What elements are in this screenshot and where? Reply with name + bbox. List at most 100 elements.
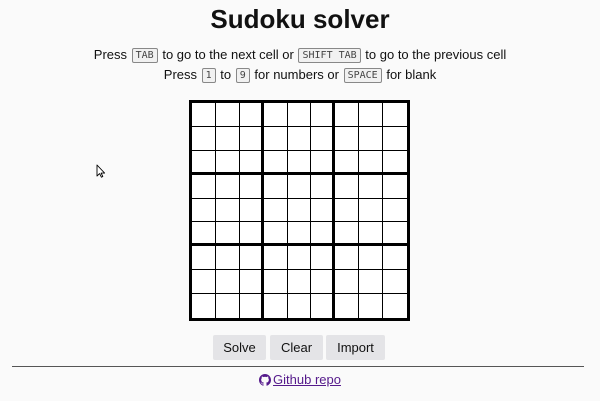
sudoku-cell-r9-c5[interactable] — [287, 294, 312, 318]
sudoku-cell-r6-c2[interactable] — [215, 222, 240, 247]
sudoku-cell-r8-c4[interactable] — [263, 270, 288, 295]
sudoku-cell-r5-c1[interactable] — [192, 198, 216, 223]
sudoku-cell-r9-c8[interactable] — [359, 294, 384, 318]
sudoku-cell-r5-c8[interactable] — [359, 198, 384, 223]
sudoku-cell-r7-c7[interactable] — [335, 246, 360, 271]
sudoku-cell-r4-c6[interactable] — [311, 174, 336, 199]
sudoku-cell-r1-c2[interactable] — [215, 103, 240, 127]
sudoku-cell-r3-c8[interactable] — [359, 150, 384, 175]
sudoku-cell-r4-c3[interactable] — [239, 174, 264, 199]
sudoku-cell-r6-c3[interactable] — [239, 222, 264, 247]
sudoku-cell-r6-c1[interactable] — [192, 222, 216, 247]
sudoku-cell-r1-c5[interactable] — [287, 103, 312, 127]
sudoku-cell-r5-c5[interactable] — [287, 198, 312, 223]
sudoku-cell-r9-c9[interactable] — [383, 294, 407, 318]
sudoku-cell-r3-c6[interactable] — [311, 150, 336, 175]
sudoku-cell-r8-c7[interactable] — [335, 270, 360, 295]
instructions-line-2: Press 1 to 9 for numbers or SPACE for bl… — [0, 67, 600, 83]
sudoku-cell-r7-c8[interactable] — [359, 246, 384, 271]
sudoku-cell-r4-c4[interactable] — [263, 174, 288, 199]
sudoku-cell-r1-c6[interactable] — [311, 103, 336, 127]
sudoku-cell-r9-c7[interactable] — [335, 294, 360, 318]
sudoku-cell-r2-c6[interactable] — [311, 126, 336, 151]
sudoku-cell-r1-c9[interactable] — [383, 103, 407, 127]
sudoku-cell-r6-c8[interactable] — [359, 222, 384, 247]
sudoku-cell-r1-c8[interactable] — [359, 103, 384, 127]
github-icon — [259, 374, 272, 386]
sudoku-cell-r9-c4[interactable] — [263, 294, 288, 318]
sudoku-cell-r1-c1[interactable] — [192, 103, 216, 127]
solve-button[interactable]: Solve — [213, 335, 266, 360]
import-button[interactable]: Import — [326, 335, 385, 360]
sudoku-cell-r4-c7[interactable] — [335, 174, 360, 199]
sudoku-cell-r4-c9[interactable] — [383, 174, 407, 199]
sudoku-cell-r2-c9[interactable] — [383, 126, 407, 151]
sudoku-cell-r7-c4[interactable] — [263, 246, 288, 271]
sudoku-grid — [189, 100, 410, 321]
sudoku-cell-r2-c4[interactable] — [263, 126, 288, 151]
instr-text: to go to the next cell or — [162, 47, 294, 62]
sudoku-cell-r4-c5[interactable] — [287, 174, 312, 199]
sudoku-cell-r7-c1[interactable] — [192, 246, 216, 271]
instr-text: for blank — [386, 67, 437, 82]
sudoku-cell-r9-c1[interactable] — [192, 294, 216, 318]
sudoku-cell-r6-c6[interactable] — [311, 222, 336, 247]
sudoku-cell-r5-c3[interactable] — [239, 198, 264, 223]
sudoku-cell-r7-c9[interactable] — [383, 246, 407, 271]
sudoku-cell-r7-c6[interactable] — [311, 246, 336, 271]
sudoku-cell-r3-c2[interactable] — [215, 150, 240, 175]
sudoku-cell-r2-c1[interactable] — [192, 126, 216, 151]
sudoku-cell-r5-c6[interactable] — [311, 198, 336, 223]
sudoku-cell-r5-c2[interactable] — [215, 198, 240, 223]
sudoku-cell-r2-c5[interactable] — [287, 126, 312, 151]
footer-divider — [12, 366, 584, 367]
sudoku-cell-r3-c4[interactable] — [263, 150, 288, 175]
sudoku-cell-r6-c4[interactable] — [263, 222, 288, 247]
sudoku-cell-r1-c4[interactable] — [263, 103, 288, 127]
clear-button[interactable]: Clear — [270, 335, 323, 360]
sudoku-cell-r8-c6[interactable] — [311, 270, 336, 295]
sudoku-cell-r7-c2[interactable] — [215, 246, 240, 271]
key-1: 1 — [201, 68, 216, 83]
key-space: SPACE — [343, 68, 382, 83]
sudoku-cell-r5-c9[interactable] — [383, 198, 407, 223]
sudoku-cell-r5-c4[interactable] — [263, 198, 288, 223]
github-repo-label: Github repo — [273, 372, 341, 387]
instr-text: Press — [93, 47, 128, 62]
sudoku-cell-r8-c8[interactable] — [359, 270, 384, 295]
footer: Github repo — [0, 372, 600, 388]
sudoku-cell-r2-c3[interactable] — [239, 126, 264, 151]
sudoku-cell-r6-c9[interactable] — [383, 222, 407, 247]
sudoku-cell-r9-c3[interactable] — [239, 294, 264, 318]
sudoku-cell-r6-c5[interactable] — [287, 222, 312, 247]
sudoku-cell-r7-c5[interactable] — [287, 246, 312, 271]
sudoku-cell-r5-c7[interactable] — [335, 198, 360, 223]
sudoku-cell-r1-c7[interactable] — [335, 103, 360, 127]
sudoku-cell-r8-c1[interactable] — [192, 270, 216, 295]
sudoku-cell-r3-c5[interactable] — [287, 150, 312, 175]
instr-text: for numbers or — [254, 67, 339, 82]
instructions-line-1: Press TAB to go to the next cell or SHIF… — [0, 47, 600, 63]
sudoku-cell-r6-c7[interactable] — [335, 222, 360, 247]
sudoku-cell-r2-c7[interactable] — [335, 126, 360, 151]
sudoku-cell-r3-c9[interactable] — [383, 150, 407, 175]
sudoku-cell-r2-c8[interactable] — [359, 126, 384, 151]
sudoku-cell-r8-c5[interactable] — [287, 270, 312, 295]
sudoku-cell-r9-c6[interactable] — [311, 294, 336, 318]
sudoku-cell-r4-c1[interactable] — [192, 174, 216, 199]
sudoku-cell-r8-c2[interactable] — [215, 270, 240, 295]
sudoku-cell-r3-c7[interactable] — [335, 150, 360, 175]
sudoku-cell-r7-c3[interactable] — [239, 246, 264, 271]
instr-text: Press — [163, 67, 198, 82]
github-repo-link[interactable]: Github repo — [259, 372, 341, 387]
sudoku-cell-r2-c2[interactable] — [215, 126, 240, 151]
sudoku-cell-r4-c2[interactable] — [215, 174, 240, 199]
sudoku-cell-r3-c1[interactable] — [192, 150, 216, 175]
sudoku-cell-r1-c3[interactable] — [239, 103, 264, 127]
mouse-cursor-icon — [96, 164, 106, 178]
sudoku-cell-r8-c9[interactable] — [383, 270, 407, 295]
sudoku-cell-r9-c2[interactable] — [215, 294, 240, 318]
sudoku-cell-r4-c8[interactable] — [359, 174, 384, 199]
sudoku-cell-r8-c3[interactable] — [239, 270, 264, 295]
sudoku-cell-r3-c3[interactable] — [239, 150, 264, 175]
